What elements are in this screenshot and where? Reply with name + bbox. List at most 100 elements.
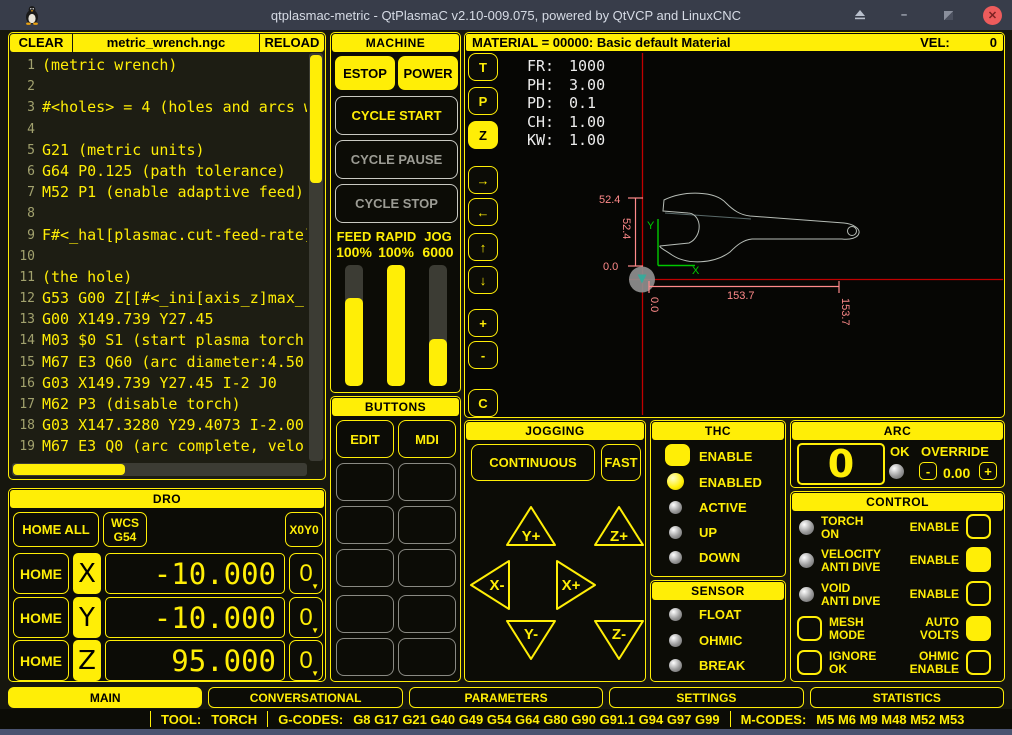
home-all-button[interactable]: HOME ALL	[13, 512, 99, 547]
x0y0-button[interactable]: X0Y0	[285, 512, 323, 547]
jog-z-plus-button[interactable]: Z+	[591, 503, 646, 549]
thc-enabled-led	[667, 473, 684, 490]
void-enable-checkbox[interactable]	[966, 581, 991, 606]
maximize-icon[interactable]	[939, 6, 957, 24]
ohmic-label: OHMIC	[699, 633, 742, 648]
tab-parameters[interactable]: PARAMETERS	[409, 687, 603, 708]
void-enable-label: ENABLE	[901, 588, 959, 601]
mdi-button[interactable]: MDI	[398, 420, 456, 458]
arc-panel: ARC 0 OK OVERRIDE - 0.00 +	[790, 420, 1005, 488]
arc-voltage-display: 0	[797, 443, 885, 485]
jog-x-minus-button[interactable]: X-	[467, 557, 513, 613]
power-button[interactable]: POWER	[398, 56, 458, 90]
jog-x-plus-button[interactable]: X+	[553, 557, 599, 613]
reload-button[interactable]: RELOAD	[260, 34, 324, 52]
user-button-empty[interactable]	[398, 595, 456, 633]
zero-x-button[interactable]: 0▼	[289, 553, 323, 594]
user-button-empty[interactable]	[336, 506, 394, 544]
shade-icon[interactable]	[851, 6, 869, 24]
feed-slider[interactable]	[345, 265, 363, 386]
gcode-vertical-scrollbar[interactable]	[309, 53, 323, 461]
override-plus-button[interactable]: +	[979, 462, 997, 480]
zero-z-button[interactable]: 0▼	[289, 640, 323, 681]
clear-view-button[interactable]: C	[468, 389, 498, 417]
gcodes-label: G-CODES:	[278, 712, 343, 727]
user-button-empty[interactable]	[336, 463, 394, 501]
zoom-out-button[interactable]: -	[468, 341, 498, 369]
clear-button[interactable]: CLEAR	[10, 34, 72, 52]
preview-t-button[interactable]: T	[468, 53, 498, 81]
material-bar: MATERIAL = 00000: Basic default Material…	[466, 34, 1003, 51]
user-button-empty[interactable]	[336, 549, 394, 587]
pan-right-button[interactable]: →	[468, 166, 498, 194]
tab-main[interactable]: MAIN	[8, 687, 202, 708]
estop-button[interactable]: ESTOP	[335, 56, 395, 90]
zoom-in-button[interactable]: +	[468, 309, 498, 337]
torch-enable-checkbox[interactable]	[966, 514, 991, 539]
axis-x-button[interactable]: X	[73, 553, 101, 594]
close-icon[interactable]: ✕	[983, 6, 1002, 25]
pan-up-button[interactable]: ↑	[468, 233, 498, 261]
jog-z-minus-button[interactable]: Z-	[591, 617, 646, 663]
jog-fast-button[interactable]: FAST	[601, 444, 641, 481]
rapid-slider[interactable]	[387, 265, 405, 386]
user-button-empty[interactable]	[336, 638, 394, 676]
velocity-label: VEL:	[920, 34, 950, 51]
jog-continuous-button[interactable]: CONTINUOUS	[471, 444, 595, 481]
preview-z-button[interactable]: Z	[468, 121, 498, 149]
cycle-pause-button[interactable]: CYCLE PAUSE	[335, 140, 458, 179]
auto-volts-checkbox[interactable]	[966, 616, 991, 641]
dropdown-arrow-icon: ▼	[311, 582, 319, 591]
gcode-line: 11(the hole)	[11, 267, 307, 288]
mesh-mode-checkbox[interactable]	[797, 616, 822, 641]
jog-y-plus-button[interactable]: Y+	[503, 503, 559, 549]
cycle-start-button[interactable]: CYCLE START	[335, 96, 458, 135]
gcode-horizontal-scrollbar[interactable]	[12, 463, 307, 476]
gcode-line: 12G53 G00 Z[[#<_ini[axis_z]max_	[11, 288, 307, 309]
override-minus-button[interactable]: -	[919, 462, 937, 480]
user-button-empty[interactable]	[398, 463, 456, 501]
edit-button[interactable]: EDIT	[336, 420, 394, 458]
jog-y-minus-button[interactable]: Y-	[503, 617, 559, 663]
home-x-button[interactable]: HOME	[13, 553, 69, 594]
tool-label: TOOL:	[161, 712, 201, 727]
preview-panel: MATERIAL = 00000: Basic default Material…	[464, 32, 1005, 418]
scrollbar-thumb[interactable]	[13, 464, 125, 475]
velocity-enable-checkbox[interactable]	[966, 547, 991, 572]
user-button-empty[interactable]	[398, 506, 456, 544]
svg-text:Z-: Z-	[612, 626, 626, 643]
jog-slider[interactable]	[429, 265, 447, 386]
ignore-ok-checkbox[interactable]	[797, 650, 822, 675]
home-y-button[interactable]: HOME	[13, 597, 69, 638]
override-value: 0.00	[943, 465, 970, 481]
cycle-stop-button[interactable]: CYCLE STOP	[335, 184, 458, 223]
ohmic-enable-checkbox[interactable]	[966, 650, 991, 675]
preview-p-button[interactable]: P	[468, 87, 498, 115]
axis-y-button[interactable]: Y	[73, 597, 101, 638]
dro-y-readout: -10.000	[105, 597, 285, 638]
tab-settings[interactable]: SETTINGS	[609, 687, 803, 708]
tab-conversational[interactable]: CONVERSATIONAL	[208, 687, 402, 708]
scrollbar-thumb[interactable]	[310, 55, 322, 183]
user-button-empty[interactable]	[398, 638, 456, 676]
axis-z-button[interactable]: Z	[73, 640, 101, 681]
pan-down-button[interactable]: ↓	[468, 266, 498, 294]
dro-panel: DRO HOME ALL WCSG54 X0Y0 HOME X -10.000 …	[8, 488, 326, 682]
user-button-empty[interactable]	[336, 595, 394, 633]
minimize-icon[interactable]: –	[895, 6, 913, 24]
home-z-button[interactable]: HOME	[13, 640, 69, 681]
qtplasmac-window: qtplasmac-metric - QtPlasmaC v2.10-009.0…	[0, 0, 1012, 735]
gcode-line: 4	[11, 119, 307, 140]
user-button-empty[interactable]	[398, 549, 456, 587]
pan-left-button[interactable]: ←	[468, 198, 498, 226]
tab-statistics[interactable]: STATISTICS	[810, 687, 1004, 708]
float-label: FLOAT	[699, 607, 741, 622]
gcode-preview-graphic[interactable]: 52.4 52.4 0.0 153.7 0.0 153.7 Y X	[497, 51, 1004, 417]
gcode-line: 16G03 X149.739 Y27.45 I-2 J0	[11, 373, 307, 394]
thc-enable-checkbox[interactable]	[665, 444, 690, 466]
gcode-line: 5G21 (metric units)	[11, 140, 307, 161]
wcs-button[interactable]: WCSG54	[103, 512, 147, 547]
gcode-listing[interactable]: 1(metric wrench) 2 3#<holes> = 4 (holes …	[11, 55, 307, 459]
gcode-line: 2	[11, 76, 307, 97]
zero-y-button[interactable]: 0▼	[289, 597, 323, 638]
